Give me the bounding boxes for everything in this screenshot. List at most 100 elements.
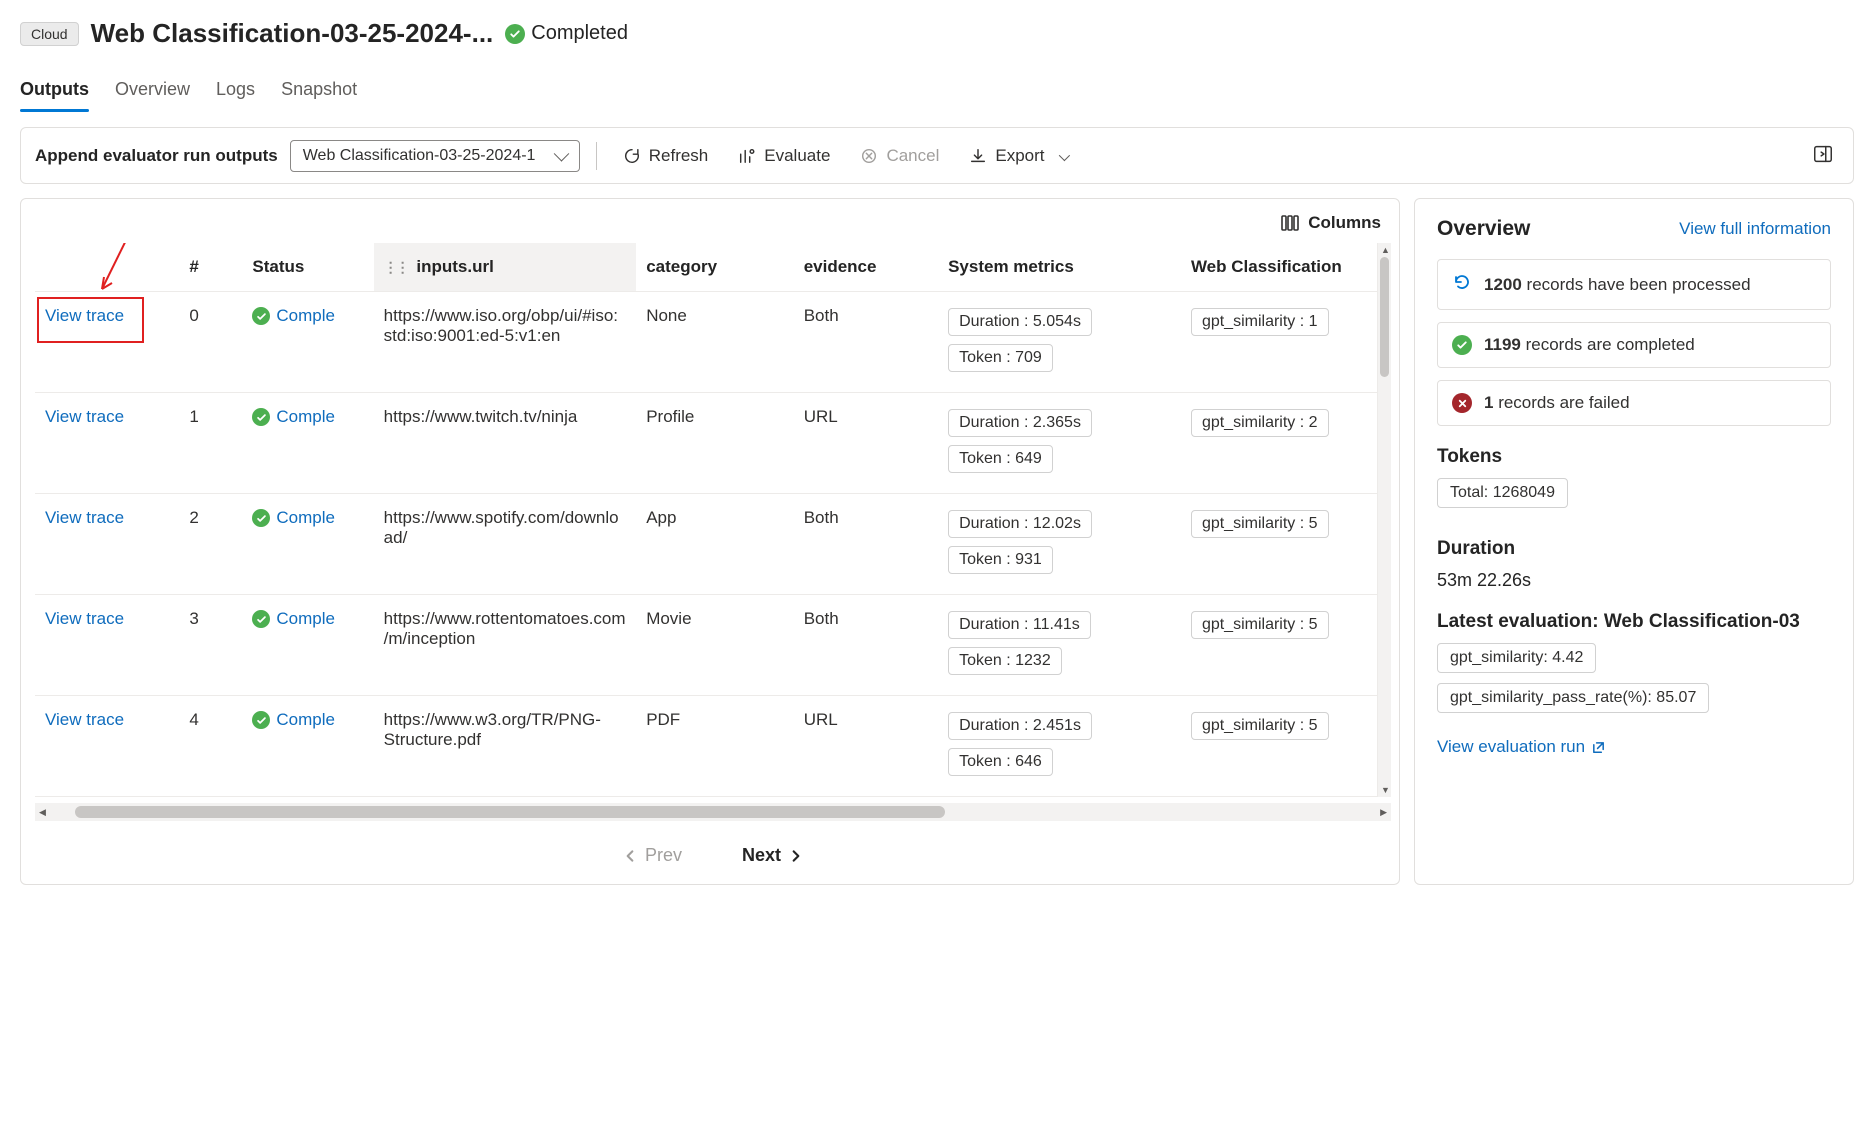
table-row[interactable]: View trace 2 Comple https://www.spotify.com… [35,494,1391,595]
status-text: Comple [276,710,335,730]
metric-chip: Duration : 2.365s [948,409,1092,437]
prev-label: Prev [645,845,682,866]
check-circle-icon [505,24,525,44]
system-metrics-cell: Duration : 2.365sToken : 649 [938,393,1181,494]
evaluate-button[interactable]: Evaluate [728,140,840,172]
th-evidence[interactable]: evidence [794,243,938,292]
drag-handle-icon[interactable]: ⋮⋮ [384,259,408,276]
scroll-thumb[interactable] [1380,257,1389,377]
web-classification-cell: gpt_similarity : 5 [1181,595,1391,696]
tab-snapshot[interactable]: Snapshot [281,71,357,112]
status-cell: Comple [252,710,363,730]
error-circle-icon [1452,393,1472,413]
view-full-info-link[interactable]: View full information [1679,219,1831,239]
tab-outputs[interactable]: Outputs [20,71,89,112]
failed-text: records are failed [1493,393,1629,412]
scroll-right-icon[interactable]: ▶ [1376,807,1391,818]
classification-chip: gpt_similarity : 2 [1191,409,1329,437]
processed-text: records have been processed [1522,275,1751,294]
inputs-url-cell: https://www.spotify.com/download/ [374,494,637,595]
view-trace-link[interactable]: View trace [45,710,124,729]
status-label: Completed [531,22,628,45]
evidence-cell: URL [794,696,938,797]
next-label: Next [742,845,781,866]
completed-count: 1199 [1484,335,1521,354]
inputs-url-cell: https://www.w3.org/TR/PNG-Structure.pdf [374,696,637,797]
cancel-label: Cancel [886,146,939,166]
status-cell: Comple [252,306,363,326]
category-cell: Profile [636,393,794,494]
th-status[interactable]: Status [242,243,373,292]
tab-overview[interactable]: Overview [115,71,190,112]
view-eval-label: View evaluation run [1437,737,1585,757]
scroll-down-icon[interactable]: ▼ [1381,785,1390,795]
refresh-icon [623,147,641,165]
page-title: Web Classification-03-25-2024-... [91,18,494,49]
results-table: # Status ⋮⋮ inputs.url category evidence… [35,243,1391,797]
latest-eval-heading: Latest evaluation: Web Classification-03 [1437,611,1831,633]
horizontal-scrollbar[interactable]: ◀ ▶ [35,803,1391,821]
export-button[interactable]: Export [959,140,1076,172]
th-inputs-url[interactable]: ⋮⋮ inputs.url [374,243,637,292]
classification-chip: gpt_similarity : 5 [1191,510,1329,538]
stat-completed: 1199 records are completed [1437,322,1831,368]
duration-heading: Duration [1437,538,1831,560]
check-circle-icon [252,307,270,325]
status-cell: Comple [252,508,363,528]
row-index: 2 [179,494,242,595]
metric-chip: Token : 1232 [948,647,1062,675]
web-classification-cell: gpt_similarity : 2 [1181,393,1391,494]
check-circle-icon [252,711,270,729]
status-text: Comple [276,306,335,326]
scroll-thumb-h[interactable] [75,806,945,818]
chevron-right-icon [789,849,803,863]
table-row[interactable]: View trace3Complehttps://www.rottentomat… [35,595,1391,696]
view-evaluation-run-link[interactable]: View evaluation run [1437,737,1606,757]
view-trace-link[interactable]: View trace [45,407,124,426]
evidence-cell: Both [794,494,938,595]
expand-panel-button[interactable] [1807,138,1839,173]
prev-button: Prev [623,845,682,866]
category-cell: PDF [636,696,794,797]
category-cell: None [636,292,794,393]
metric-chip: Token : 931 [948,546,1053,574]
append-label: Append evaluator run outputs [35,146,278,166]
th-category[interactable]: category [636,243,794,292]
eval-metric-chip: gpt_similarity: 4.42 [1437,643,1596,673]
th-web-classification[interactable]: Web Classification [1181,243,1391,292]
status-cell: Comple [252,407,363,427]
overview-panel: Overview View full information 1200 reco… [1414,198,1854,885]
status-text: Comple [276,609,335,629]
th-inputs-label: inputs.url [416,257,493,276]
completed-text: records are completed [1521,335,1695,354]
system-metrics-cell: Duration : 2.451sToken : 646 [938,696,1181,797]
view-trace-link[interactable]: View trace [45,306,124,325]
th-system-metrics[interactable]: System metrics [938,243,1181,292]
evaluate-label: Evaluate [764,146,830,166]
status-cell: Comple [252,609,363,629]
export-icon [969,147,987,165]
tab-logs[interactable]: Logs [216,71,255,112]
columns-button[interactable]: Columns [35,213,1391,243]
tokens-total-chip: Total: 1268049 [1437,478,1568,508]
table-row[interactable]: View trace0Complehttps://www.iso.org/obp… [35,292,1391,393]
vertical-scrollbar[interactable]: ▲ ▼ [1377,243,1391,797]
stat-failed: 1 records are failed [1437,380,1831,426]
table-row[interactable]: View trace4Complehttps://www.w3.org/TR/P… [35,696,1391,797]
next-button[interactable]: Next [742,845,803,866]
system-metrics-cell: Duration : 12.02sToken : 931 [938,494,1181,595]
metric-chip: Duration : 5.054s [948,308,1092,336]
refresh-button[interactable]: Refresh [613,140,719,172]
scroll-up-icon[interactable]: ▲ [1381,245,1390,255]
view-trace-link[interactable]: View trace [45,508,124,527]
cloud-badge: Cloud [20,22,79,46]
view-trace-link[interactable]: View trace [45,609,124,628]
web-classification-cell: gpt_similarity : 5 [1181,696,1391,797]
scroll-left-icon[interactable]: ◀ [35,807,50,818]
th-number[interactable]: # [179,243,242,292]
tokens-heading: Tokens [1437,446,1831,468]
evaluator-run-dropdown[interactable]: Web Classification-03-25-2024-1 [290,140,580,172]
table-row[interactable]: View trace1Complehttps://www.twitch.tv/n… [35,393,1391,494]
chevron-left-icon [623,849,637,863]
reload-icon [1452,272,1472,297]
